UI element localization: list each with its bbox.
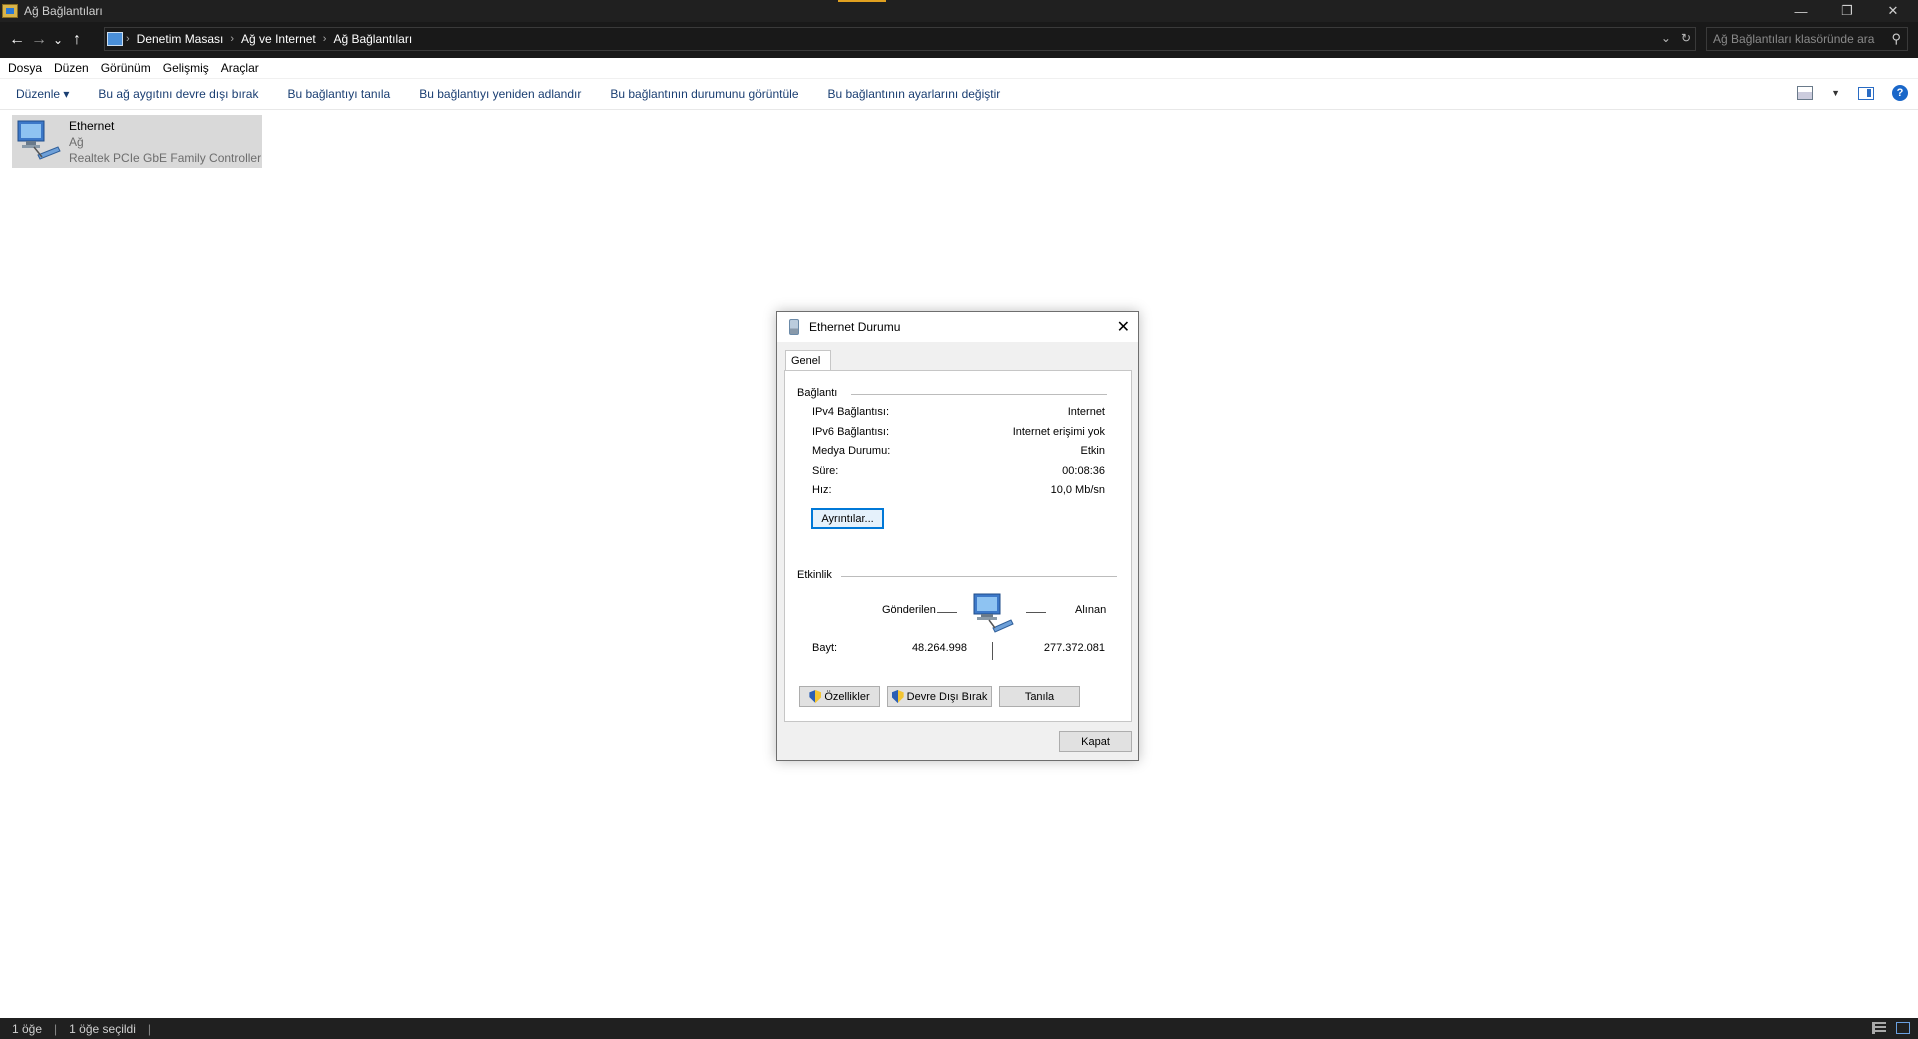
change-settings-button[interactable]: Bu bağlantının ayarlarını değiştir <box>828 87 1001 101</box>
breadcrumb-control-panel[interactable]: Denetim Masası <box>137 32 224 46</box>
up-button[interactable]: ↑ <box>66 28 88 52</box>
disable-button-label: Devre Dışı Bırak <box>906 690 988 703</box>
media-state-value: Etkin <box>1080 445 1105 457</box>
restore-button[interactable]: ❐ <box>1824 0 1870 22</box>
uac-shield-icon <box>809 690 822 703</box>
dialog-close-icon[interactable]: ✕ <box>1117 317 1130 337</box>
tab-general[interactable]: Genel <box>785 350 831 371</box>
dialog-title: Ethernet Durumu <box>809 320 901 334</box>
bytes-divider <box>992 642 993 660</box>
close-dialog-button[interactable]: Kapat <box>1059 731 1132 752</box>
connection-adapter: Realtek PCIe GbE Family Controller <box>69 151 262 165</box>
network-activity-icon <box>973 593 1014 633</box>
dialog-title-bar: Ethernet Durumu ✕ <box>777 312 1138 342</box>
address-dropdown-icon[interactable]: ⌄ <box>1661 31 1671 45</box>
general-tab-panel: Bağlantı IPv4 Bağlantısı: Internet IPv6 … <box>784 370 1132 722</box>
disable-device-button[interactable]: Bu ağ aygıtını devre dışı bırak <box>98 87 258 101</box>
close-button[interactable]: ✕ <box>1870 0 1916 22</box>
connection-name: Ethernet <box>69 119 115 133</box>
view-status-button[interactable]: Bu bağlantının durumunu görüntüle <box>610 87 798 101</box>
properties-button[interactable]: Özellikler <box>799 686 880 707</box>
disable-button[interactable]: Devre Dışı Bırak <box>887 686 992 707</box>
connection-group-label: Bağlantı <box>797 387 844 399</box>
speed-value: 10,0 Mb/sn <box>1050 484 1105 496</box>
activity-group-label: Etkinlik <box>797 569 838 581</box>
recent-locations-button[interactable]: ⌄ <box>50 28 66 52</box>
breadcrumb-separator-icon: › <box>126 33 130 45</box>
received-label: Alınan <box>1075 604 1107 616</box>
sent-line <box>937 612 957 613</box>
details-button[interactable]: Ayrıntılar... <box>811 508 884 529</box>
bytes-sent-value: 48.264.998 <box>911 642 967 654</box>
breadcrumb-network-internet[interactable]: Ağ ve Internet <box>241 32 316 46</box>
diagnose-connection-button[interactable]: Bu bağlantıyı tanıla <box>287 87 390 101</box>
network-adapter-icon <box>17 120 61 160</box>
rename-connection-button[interactable]: Bu bağlantıyı yeniden adlandır <box>419 87 581 101</box>
duration-label: Süre: <box>812 465 839 477</box>
change-view-icon[interactable] <box>1797 86 1814 100</box>
menu-file[interactable]: Dosya <box>8 61 42 75</box>
connection-network: Ağ <box>69 135 84 149</box>
breadcrumb-network-connections[interactable]: Ağ Bağlantıları <box>333 32 412 46</box>
uac-shield-icon <box>891 690 904 703</box>
control-panel-icon <box>107 32 123 46</box>
selected-count: 1 öğe seçildi <box>69 1021 136 1036</box>
sent-label: Gönderilen <box>882 604 936 616</box>
diagnose-button[interactable]: Tanıla <box>999 686 1080 707</box>
ipv4-value: Internet <box>1067 406 1105 418</box>
command-bar: Düzenle ▾ Bu ağ aygıtını devre dışı bıra… <box>0 79 1918 110</box>
ethernet-status-dialog: Ethernet Durumu ✕ Genel Bağlantı IPv4 Ba… <box>776 311 1139 761</box>
large-icons-view-icon[interactable] <box>1896 1022 1910 1034</box>
organize-button[interactable]: Düzenle ▾ <box>16 87 69 101</box>
received-line <box>1026 612 1046 613</box>
breadcrumb-separator-icon: › <box>322 33 327 45</box>
view-options-chevron-icon[interactable]: ▼ <box>1831 88 1840 98</box>
ethernet-plug-icon <box>789 319 799 335</box>
menu-edit[interactable]: Düzen <box>54 61 89 75</box>
forward-button[interactable]: → <box>28 28 50 52</box>
search-icon[interactable]: ⚲ <box>1891 31 1901 47</box>
ethernet-connection-item[interactable]: Ethernet Ağ Realtek PCIe GbE Family Cont… <box>12 115 262 168</box>
menu-tools[interactable]: Araçlar <box>221 61 259 75</box>
bytes-received-value: 277.372.081 <box>1043 642 1105 654</box>
details-view-icon[interactable] <box>1872 1022 1886 1034</box>
status-separator: | <box>147 1021 151 1036</box>
address-row: ← → ⌄ ↑ › Denetim Masası › Ağ ve Interne… <box>0 22 1918 58</box>
media-state-label: Medya Durumu: <box>812 445 891 457</box>
preview-pane-icon[interactable] <box>1858 86 1874 100</box>
status-separator: | <box>54 1021 58 1036</box>
address-bar[interactable]: › Denetim Masası › Ağ ve Internet › Ağ B… <box>104 27 1696 51</box>
help-icon[interactable]: ? <box>1892 85 1908 101</box>
bytes-label: Bayt: <box>812 642 838 654</box>
title-bar: Ağ Bağlantıları — ❐ ✕ <box>0 0 1918 22</box>
search-input[interactable]: Ağ Bağlantıları klasöründe ara ⚲ <box>1706 27 1908 51</box>
ipv6-value: Internet erişimi yok <box>1012 426 1105 438</box>
connection-group-line <box>851 394 1107 395</box>
minimize-button[interactable]: — <box>1778 0 1824 22</box>
window-title: Ağ Bağlantıları <box>24 4 103 18</box>
properties-button-label: Özellikler <box>824 690 870 703</box>
ipv6-label: IPv6 Bağlantısı: <box>812 426 890 438</box>
search-placeholder: Ağ Bağlantıları klasöründe ara <box>1713 32 1875 46</box>
refresh-icon[interactable]: ↻ <box>1681 31 1691 45</box>
activity-group-line <box>841 576 1117 577</box>
menu-view[interactable]: Görünüm <box>101 61 151 75</box>
title-accent <box>838 0 886 2</box>
network-folder-icon <box>2 4 18 18</box>
ipv4-label: IPv4 Bağlantısı: <box>812 406 890 418</box>
speed-label: Hız: <box>812 484 832 496</box>
menu-bar: Dosya Düzen Görünüm Gelişmiş Araçlar <box>0 58 1918 79</box>
breadcrumb-separator-icon: › <box>230 33 235 45</box>
status-bar: 1 öğe | 1 öğe seçildi | <box>0 1018 1918 1039</box>
item-count: 1 öğe <box>12 1021 43 1036</box>
back-button[interactable]: ← <box>6 28 28 52</box>
menu-advanced[interactable]: Gelişmiş <box>163 61 209 75</box>
duration-value: 00:08:36 <box>1062 465 1105 477</box>
